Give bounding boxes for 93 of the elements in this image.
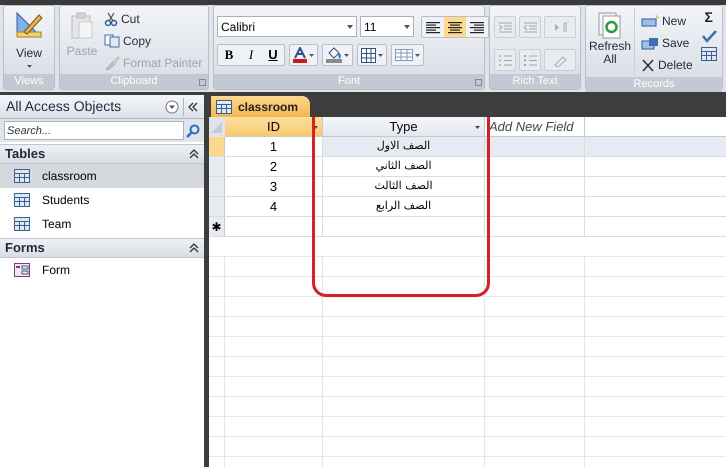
record-button[interactable]: Save [641, 33, 693, 53]
align-center-icon [447, 20, 463, 34]
document-tab[interactable]: classroom [211, 96, 310, 117]
group-label: Clipboard [60, 74, 208, 89]
group-label: Rich Text [490, 74, 580, 89]
copy-icon [104, 34, 120, 48]
indent-icon [498, 20, 512, 34]
dropdown-arrow-icon [344, 54, 349, 56]
scissors-icon [104, 12, 118, 26]
dropdown-arrow-icon [378, 54, 383, 56]
clipboard-button[interactable]: Copy [104, 31, 202, 51]
group-label: Views [4, 74, 54, 89]
highlight-button[interactable] [544, 49, 576, 71]
dropdown-arrow-icon [309, 54, 314, 56]
record-button[interactable]: New [641, 11, 693, 31]
brush-icon [104, 56, 120, 70]
table-cell: الصف الثاني [323, 157, 485, 176]
numbered-list-button[interactable] [494, 49, 516, 71]
bullet-list-button[interactable] [519, 49, 541, 71]
dropdown-circle-icon [165, 100, 179, 114]
collapse-icon [189, 243, 199, 253]
table-icon [14, 217, 30, 231]
clipboard-icon [70, 12, 94, 40]
row-selector[interactable] [209, 197, 225, 216]
text-style-button[interactable]: I [240, 45, 262, 65]
collapse-pane-icon [188, 102, 198, 112]
outdent-icon [522, 20, 538, 34]
align-right-button[interactable] [466, 17, 488, 37]
refresh-all-button[interactable]: Refresh All [586, 6, 634, 77]
dropdown-arrow-icon [415, 54, 420, 56]
align-left-icon [425, 20, 441, 34]
spelling-check-icon [700, 29, 717, 43]
dropdown-arrow-icon [475, 126, 480, 129]
text-style-button[interactable]: U [262, 45, 284, 65]
group-label: Records [586, 77, 722, 92]
fill-color-button[interactable] [322, 44, 353, 66]
row-selector[interactable] [209, 157, 225, 176]
dropdown-arrow-icon [313, 126, 318, 129]
outdent-button[interactable] [519, 16, 541, 38]
search-field[interactable]: Search... [4, 121, 184, 140]
close-icon [641, 58, 655, 72]
font-color-icon [293, 47, 307, 63]
bullet-list-icon [522, 54, 538, 66]
section-header[interactable]: Forms [0, 238, 204, 258]
align-right-icon [469, 20, 485, 34]
table-cell: الصف الرابع [323, 197, 485, 216]
align-left-button[interactable] [422, 17, 444, 37]
font-color-button[interactable] [289, 44, 318, 66]
form-icon [14, 263, 30, 277]
table-cell: 2 [225, 157, 323, 176]
grid-icon [361, 48, 376, 62]
row-selector[interactable] [209, 177, 225, 196]
group-label: Font [214, 74, 484, 89]
indent-button[interactable] [494, 16, 516, 38]
record-button[interactable]: Delete [641, 55, 693, 75]
table-icon [216, 100, 232, 114]
section-header[interactable]: Tables [0, 144, 204, 164]
table-cell: 3 [225, 177, 323, 196]
view-button[interactable]: View [4, 6, 54, 74]
table-cell: الصف الاول [323, 137, 485, 156]
table-cell: 4 [225, 197, 323, 216]
clipboard-button[interactable]: Cut [104, 9, 202, 29]
dropdown-arrow-icon [26, 65, 32, 68]
dropdown-arrow-icon [347, 24, 353, 28]
new-record-marker: ✱ [209, 217, 225, 236]
font-name-field[interactable]: Calibri [217, 16, 357, 37]
column-header[interactable]: Type [323, 117, 485, 136]
rows-icon [395, 49, 413, 61]
table-cell: الصف الثالث [323, 177, 485, 196]
highlight-icon [552, 54, 568, 66]
font-size-field[interactable]: 11 [360, 16, 414, 37]
paragraph-button[interactable] [544, 16, 576, 38]
paint-bucket-icon [326, 47, 342, 63]
ruler-pencil-icon [14, 10, 44, 40]
table-icon [700, 47, 717, 61]
table-icon [14, 169, 30, 183]
align-center-button[interactable] [444, 17, 466, 37]
dropdown-arrow-icon [404, 24, 410, 28]
search-icon [186, 124, 200, 138]
row-selector[interactable] [209, 137, 225, 156]
text-style-button[interactable]: B [218, 45, 240, 65]
gridlines-button[interactable] [357, 44, 387, 66]
table-icon [14, 193, 30, 207]
navigation-item[interactable]: classroom [0, 164, 204, 188]
numbered-list-icon [498, 54, 512, 66]
pane-title: All Access Objects [6, 97, 122, 116]
totals-button[interactable]: Σ [704, 9, 713, 25]
table-cell: 1 [225, 137, 323, 156]
paragraph-icon [552, 20, 568, 34]
refresh-icon [598, 12, 622, 40]
collapse-icon [189, 149, 199, 159]
column-header[interactable]: ID [225, 117, 323, 136]
new-record-icon [641, 14, 659, 28]
